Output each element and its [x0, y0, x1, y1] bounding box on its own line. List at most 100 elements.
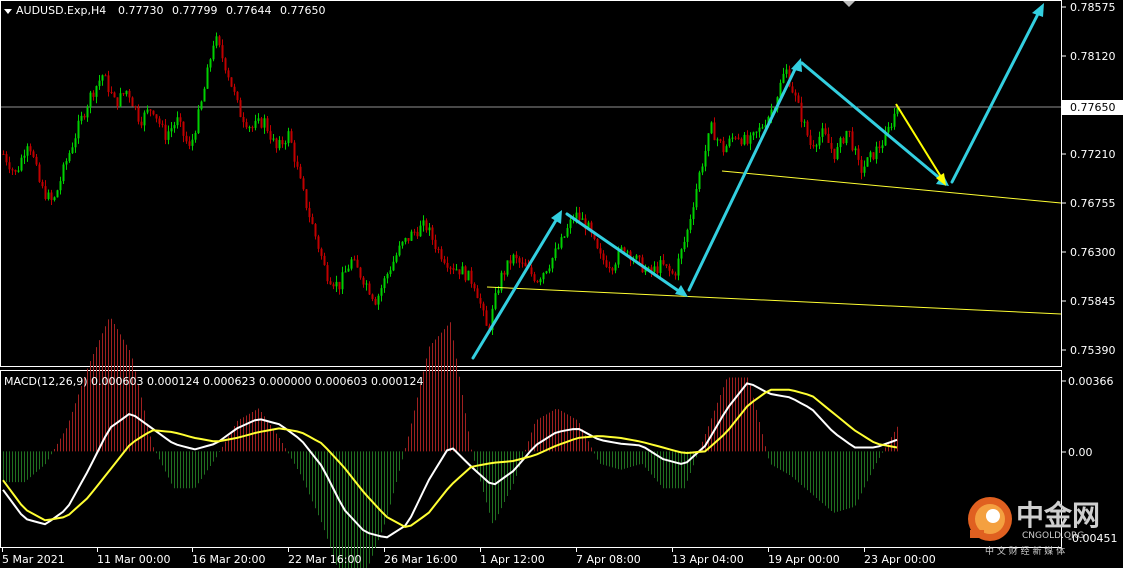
candle-body	[509, 260, 512, 264]
candle-body	[302, 178, 305, 190]
candle-body	[653, 266, 656, 272]
candle-body	[692, 207, 695, 220]
candle-body	[890, 126, 893, 128]
candle-body	[443, 259, 446, 263]
candle-body	[839, 138, 842, 148]
candle-body	[359, 267, 362, 278]
macd-histogram	[3, 318, 898, 568]
candle-body	[281, 140, 284, 145]
candle-body	[425, 220, 428, 231]
candle-body	[197, 109, 200, 134]
wave-arrow-1[interactable]	[471, 215, 560, 360]
candle-body	[755, 131, 758, 133]
candle-body	[449, 267, 452, 269]
candle-body	[512, 254, 515, 264]
wave-arrow-5[interactable]	[950, 8, 1042, 184]
candle-body	[62, 164, 65, 182]
candle-body	[326, 265, 329, 282]
time-axis[interactable]: 5 Mar 2021 11 Mar 00:00 16 Mar 20:00 22 Mar…	[2, 548, 936, 566]
candle-body	[533, 274, 536, 281]
candle-body	[275, 138, 278, 149]
candle-body	[410, 231, 413, 241]
candle-body	[278, 140, 281, 149]
candle-body	[800, 102, 803, 122]
price-axis[interactable]: 0.78575 0.78120 0.77210 0.76755 0.76300 0.758…	[1062, 1, 1116, 357]
macd-axis-zero: 0.00	[1068, 446, 1093, 459]
candle-body	[563, 236, 566, 238]
candle-body	[476, 288, 479, 299]
candle-body	[104, 75, 107, 77]
candle-body	[854, 148, 857, 151]
wave-arrow-4[interactable]	[800, 61, 945, 183]
candle-body	[716, 139, 719, 141]
candle-body	[833, 148, 836, 159]
candle-body	[308, 208, 311, 218]
price-axis-label: 0.78575	[1070, 1, 1116, 14]
candle-body	[863, 166, 866, 173]
candle-body	[248, 127, 251, 129]
watermark: 中金网 CNGOLD.ORG 中 文 财 经 新 媒 体	[968, 497, 1100, 557]
candle-body	[368, 283, 371, 295]
candle-body	[416, 231, 419, 237]
chart-shift-marker-icon[interactable]	[843, 1, 855, 7]
triangle-down-icon[interactable]	[4, 9, 12, 14]
time-axis-label: 11 Mar 00:00	[97, 553, 170, 566]
candle-body	[176, 117, 179, 126]
candle-body	[116, 97, 119, 107]
candle-body	[539, 279, 542, 283]
candle-body	[866, 157, 869, 167]
candle-body	[677, 258, 680, 276]
candle-body	[320, 248, 323, 256]
candle-body	[881, 145, 884, 149]
candle-body	[617, 250, 620, 265]
wave-arrows[interactable]	[471, 8, 1042, 360]
candle-body	[365, 283, 368, 285]
wave-arrow-3[interactable]	[687, 63, 799, 292]
candle-body	[497, 290, 500, 294]
candle-body	[80, 115, 83, 121]
trendline-upper[interactable]	[721, 170, 1062, 204]
candle-body	[83, 115, 86, 118]
candle-body	[452, 268, 455, 270]
candle-body	[23, 155, 26, 158]
wave-arrow-2[interactable]	[565, 212, 685, 296]
candle-body	[356, 259, 359, 268]
candle-body	[119, 93, 122, 107]
candle-body	[428, 227, 431, 231]
candle-body	[317, 236, 320, 249]
time-axis-label: 7 Apr 08:00	[576, 553, 641, 566]
candle-body	[734, 137, 737, 139]
candle-body	[59, 181, 62, 191]
candle-body	[530, 267, 533, 275]
ohlc-open: 0.77730	[118, 4, 164, 17]
candle-body	[209, 59, 212, 68]
candle-body	[149, 109, 152, 111]
candle-body	[395, 255, 398, 262]
candle-body	[353, 259, 356, 261]
candle-body	[383, 278, 386, 289]
arrowhead-icon	[1032, 3, 1044, 17]
candle-body	[605, 260, 608, 267]
trading-chart-window: AUDUSD.Exp,H4 0.77730 0.77799 0.77644 0.…	[0, 0, 1123, 568]
candle-body	[782, 73, 785, 83]
candle-body	[809, 135, 812, 146]
candle-body	[233, 86, 236, 92]
candle-body	[722, 140, 725, 153]
candle-body	[752, 132, 755, 136]
trendline-lower[interactable]	[486, 286, 1062, 315]
candle-body	[701, 166, 704, 173]
candle-body	[797, 95, 800, 103]
candle-body	[47, 192, 50, 199]
candle-body	[137, 107, 140, 122]
yellow-projection-arrow[interactable]	[895, 103, 944, 181]
time-axis-label: 5 Mar 2021	[2, 553, 65, 566]
candle-body	[659, 260, 662, 273]
candle-body	[125, 90, 128, 95]
candle-body	[68, 153, 71, 162]
candle-body	[71, 147, 74, 154]
price-chart[interactable]: AUDUSD.Exp,H4 0.77730 0.77799 0.77644 0.…	[0, 0, 1123, 568]
candle-body	[26, 146, 29, 156]
candle-body	[314, 224, 317, 237]
time-axis-label: 22 Mar 16:00	[288, 553, 361, 566]
candle-body	[290, 131, 293, 143]
